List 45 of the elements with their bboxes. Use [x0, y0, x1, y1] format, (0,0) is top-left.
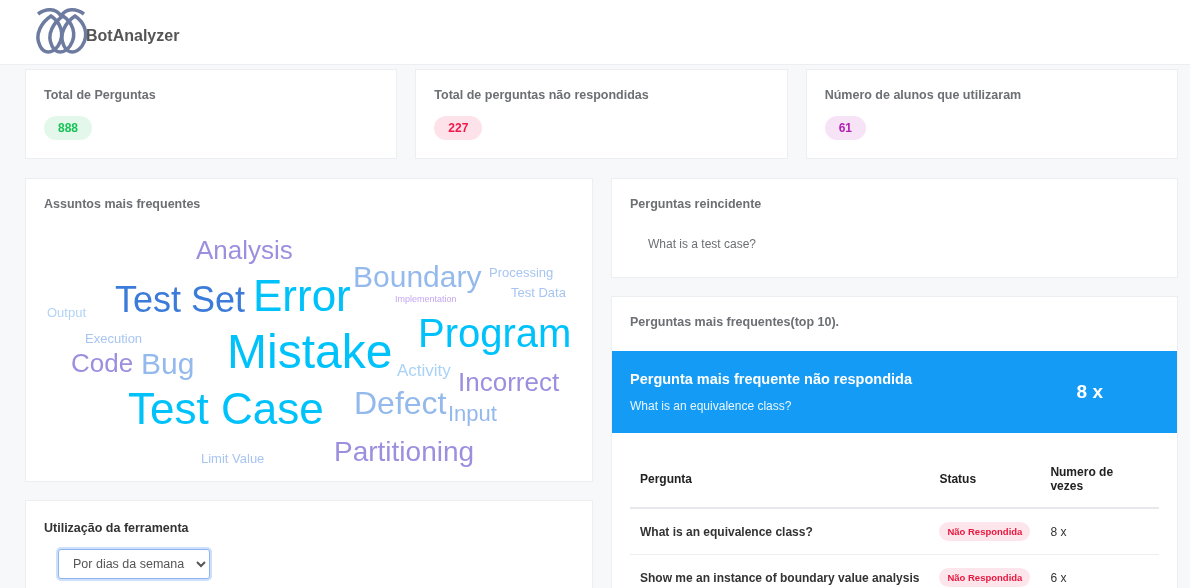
question-cell: What is an equivalence class?	[630, 508, 930, 555]
column-header: Status	[929, 451, 1041, 508]
card-title: Perguntas reincidente	[630, 197, 763, 211]
status-badge: Não Respondida	[939, 522, 1031, 541]
cloud-word: Error	[253, 274, 351, 318]
stat-value: 61	[824, 116, 866, 140]
cloud-word: Program	[418, 313, 572, 353]
brand-name: BotAnalyzer	[86, 27, 180, 45]
stat-value: 888	[44, 116, 93, 140]
cloud-word: Partitioning	[334, 438, 475, 466]
cloud-word: Activity	[397, 361, 451, 379]
cloud-word: Execution	[85, 331, 143, 345]
cloud-word: Bug	[141, 349, 195, 379]
card-title: Perguntas mais frequentes(top 10).	[630, 315, 841, 329]
recurring-question: What is a test case?	[648, 237, 758, 251]
stat-label: Total de perguntas não respondidas	[434, 88, 650, 102]
cloud-word: Input	[448, 403, 497, 425]
cloud-word: Processing	[489, 265, 554, 279]
count-cell: 8 x	[1040, 508, 1159, 555]
card-title: Assuntos mais frequentes	[44, 197, 202, 211]
cloud-word: Test Data	[511, 285, 566, 299]
stat-value: 227	[434, 116, 483, 140]
cloud-word: Limit Value	[201, 451, 265, 465]
cloud-word: Implementation	[395, 294, 457, 304]
card-title: Utilização da ferramenta	[44, 521, 190, 535]
cloud-word: Incorrect	[458, 369, 560, 395]
count-cell: 6 x	[1040, 554, 1159, 588]
banner-title: Pergunta mais frequente não respondida	[630, 371, 912, 387]
status-badge: Não Respondida	[939, 568, 1031, 587]
cloud-word: Output	[47, 305, 87, 319]
period-select[interactable]: Por dias da semana	[58, 549, 210, 579]
cloud-word: Defect	[354, 387, 447, 419]
cloud-word: Test Case	[128, 387, 324, 431]
cloud-word: Analysis	[196, 237, 293, 263]
cloud-word: Boundary	[353, 262, 482, 292]
banner-question: What is an equivalence class?	[630, 399, 793, 413]
column-header: Numero de vezes	[1040, 451, 1159, 508]
stat-label: Número de alunos que utilizaram	[824, 88, 1023, 102]
stat-label: Total de Perguntas	[44, 88, 157, 102]
banner-count: 8 x	[1076, 381, 1103, 403]
cloud-word: Mistake	[227, 328, 393, 376]
question-cell: Show me an instance of boundary value analysis	[630, 554, 930, 588]
cloud-word: Code	[71, 350, 134, 376]
cloud-word: Test Set	[115, 282, 246, 318]
column-header: Pergunta	[630, 451, 930, 508]
